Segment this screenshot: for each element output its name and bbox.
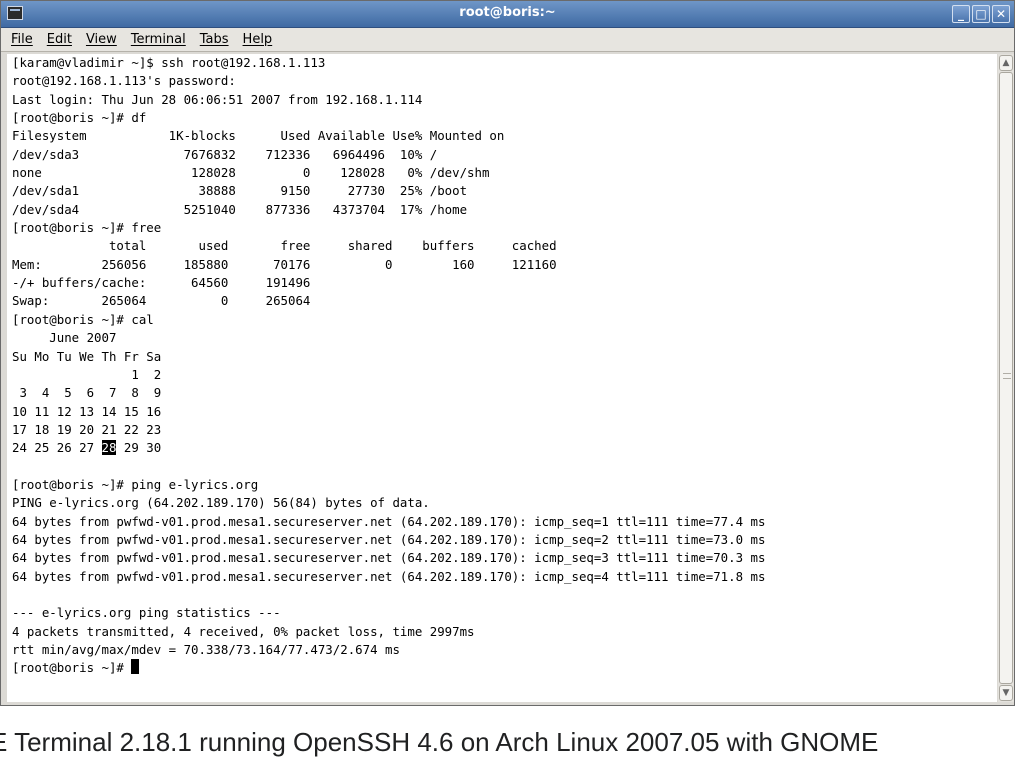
calendar-today: 28 [101,440,117,456]
menu-file[interactable]: File [11,32,33,47]
scrollbar-thumb[interactable] [999,72,1013,684]
terminal-line: Swap: 265064 0 265064 [12,293,311,309]
scroll-up-icon[interactable]: ▲ [999,55,1013,71]
terminal-line: [root@boris ~]# df [12,110,147,126]
terminal-line: /dev/sda3 7676832 712336 6964496 10% / [12,146,438,162]
scroll-down-icon[interactable]: ▼ [999,685,1013,701]
minimize-button[interactable]: _ [952,5,970,23]
terminal-line: 64 bytes from pwfwd-v01.prod.mesa1.secur… [12,531,766,547]
terminal-line: Filesystem 1K-blocks Used Available Use%… [12,128,505,144]
terminal-line: none 128028 0 128028 0% /dev/shm [12,165,490,181]
scrollbar-grip-icon [1003,373,1011,379]
title-bar[interactable]: root@boris:~ _ □ ✕ [1,1,1014,28]
terminal-line: /dev/sda4 5251040 877336 4373704 17% /ho… [12,201,468,217]
image-caption: E Terminal 2.18.1 running OpenSSH 4.6 on… [0,727,879,757]
terminal-line: [karam@vladimir ~]$ ssh root@192.168.1.1… [12,55,326,70]
terminal-line: total used free shared buffers cached [12,238,557,254]
window-controls: _ □ ✕ [952,5,1010,23]
window-title: root@boris:~ [459,5,556,20]
terminal-line: Last login: Thu Jun 28 06:06:51 2007 fro… [12,91,423,107]
terminal-line: 64 bytes from pwfwd-v01.prod.mesa1.secur… [12,568,766,584]
menu-bar: File Edit View Terminal Tabs Help [1,28,1014,52]
terminal-line: -/+ buffers/cache: 64560 191496 [12,275,311,291]
terminal-line: 17 18 19 20 21 22 23 [12,421,162,437]
menu-help[interactable]: Help [243,32,273,47]
terminal-line: PING e-lyrics.org (64.202.189.170) 56(84… [12,495,430,511]
terminal-line: /dev/sda1 38888 9150 27730 25% /boot [12,183,468,199]
terminal-line: 3 4 5 6 7 8 9 [12,385,162,401]
terminal-output[interactable]: [karam@vladimir ~]$ ssh root@192.168.1.1… [7,54,997,702]
calendar-tail: 29 30 [116,440,162,456]
terminal-line: 10 11 12 13 14 15 16 [12,403,162,419]
vertical-scrollbar[interactable]: ▲ ▼ [998,54,1014,702]
terminal-line: [root@boris ~]# cal [12,311,154,327]
terminal-line: 4 packets transmitted, 4 received, 0% pa… [12,623,475,639]
terminal-line: Mem: 256056 185880 70176 0 160 121160 [12,256,557,272]
terminal-window: root@boris:~ _ □ ✕ File Edit View Termin… [0,0,1015,706]
maximize-button[interactable]: □ [972,5,990,23]
terminal-line: June 2007 [12,330,117,346]
terminal-line: --- e-lyrics.org ping statistics --- [12,605,281,621]
terminal-line: root@192.168.1.113's password: [12,73,236,89]
terminal-line: Su Mo Tu We Th Fr Sa [12,348,162,364]
terminal-line: rtt min/avg/max/mdev = 70.338/73.164/77.… [12,642,400,657]
close-button[interactable]: ✕ [992,5,1010,23]
terminal-line: 24 25 26 27 28 29 30 [12,440,162,456]
terminal-line: [root@boris ~]# [12,659,997,677]
text-cursor [131,659,140,675]
terminal-line: 1 2 [12,366,162,382]
menu-edit[interactable]: Edit [47,32,72,47]
terminal-line: 64 bytes from pwfwd-v01.prod.mesa1.secur… [12,513,766,529]
terminal-line: 64 bytes from pwfwd-v01.prod.mesa1.secur… [12,550,766,566]
terminal-line: [root@boris ~]# free [12,220,162,236]
menu-tabs[interactable]: Tabs [200,32,229,47]
menu-view[interactable]: View [86,32,117,47]
menu-terminal[interactable]: Terminal [131,32,186,47]
terminal-line: [root@boris ~]# ping e-lyrics.org [12,476,259,492]
